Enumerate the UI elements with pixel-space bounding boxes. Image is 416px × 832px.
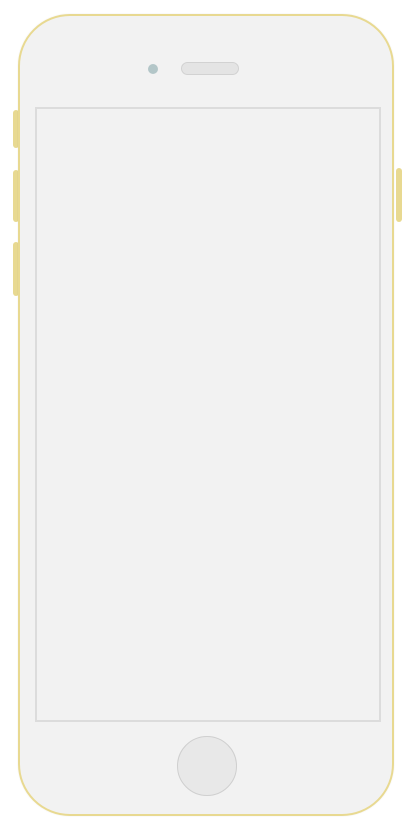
earpiece-speaker-icon — [181, 62, 239, 75]
power-button — [396, 168, 402, 222]
device-mockup — [0, 0, 416, 832]
home-button-icon[interactable] — [177, 736, 237, 796]
phone-screen — [35, 107, 381, 722]
front-camera-icon — [148, 64, 158, 74]
